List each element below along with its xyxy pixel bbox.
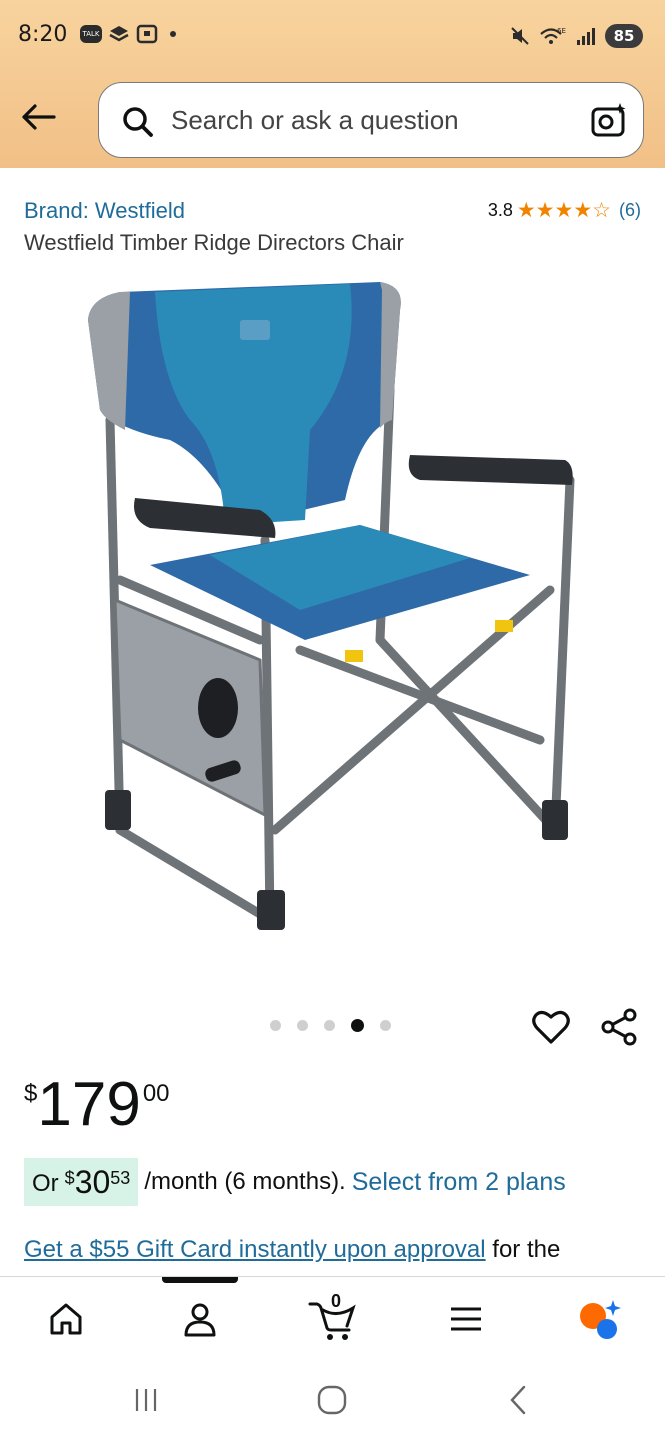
carousel-dot[interactable]: [297, 1020, 308, 1031]
home-icon: [50, 1303, 82, 1335]
monthly-cents: 53: [110, 1168, 131, 1188]
share-button[interactable]: [598, 1006, 640, 1048]
star-rating-icon: ★★★★☆: [516, 199, 611, 222]
signal-icon: [577, 28, 595, 45]
gift-card-link[interactable]: Get a $55 Gift Card instantly upon appro…: [24, 1236, 486, 1263]
screenshot-icon: [136, 24, 158, 44]
home-circle-icon: [317, 1385, 347, 1415]
chevron-left-icon: [510, 1385, 526, 1415]
battery-indicator: 85: [605, 24, 643, 48]
recent-apps-icon: [135, 1389, 157, 1411]
menu-icon: [451, 1307, 481, 1331]
status-time: 8:20: [18, 22, 68, 47]
wifi-6e-icon: 6E: [540, 27, 566, 44]
home-system-button[interactable]: [312, 1382, 352, 1418]
nav-account[interactable]: [170, 1291, 230, 1347]
rating-value: 3.8: [487, 200, 513, 220]
svg-text:6E: 6E: [557, 27, 566, 35]
search-icon: [123, 107, 153, 137]
select-plans-link[interactable]: Select from 2 plans: [352, 1168, 566, 1197]
recent-apps-button[interactable]: [126, 1382, 166, 1418]
monthly-currency: $: [64, 1168, 75, 1188]
gift-card-offer: Get a $55 Gift Card instantly upon appro…: [24, 1236, 560, 1264]
mute-icon: [511, 27, 529, 45]
active-tab-indicator: [162, 1277, 238, 1283]
search-input[interactable]: Search or ask a question: [171, 105, 459, 136]
gift-card-text: for the: [485, 1236, 561, 1263]
rufus-icon: [580, 1300, 621, 1339]
share-icon: [601, 1008, 637, 1046]
carousel-dot[interactable]: [324, 1020, 335, 1031]
carousel-dot[interactable]: [270, 1020, 281, 1031]
monthly-price-chip: Or $ 30 53: [24, 1158, 139, 1206]
system-navigation: [0, 1360, 665, 1440]
back-system-button[interactable]: [498, 1382, 538, 1418]
status-bar: 8:20 TALK 6E 85: [0, 0, 665, 75]
price-dollars: 179: [37, 1070, 141, 1139]
layers-icon: [109, 26, 129, 42]
nav-cart[interactable]: 0: [302, 1291, 362, 1347]
back-button[interactable]: [18, 97, 58, 137]
add-to-list-button[interactable]: [530, 1006, 572, 1048]
nav-home[interactable]: [36, 1291, 96, 1347]
price-cents: 00: [142, 1080, 170, 1107]
bottom-navigation: 0: [0, 1276, 665, 1360]
camera-search-icon[interactable]: [589, 101, 629, 141]
monthly-dollars: 30: [74, 1164, 111, 1200]
nav-menu[interactable]: [436, 1291, 496, 1347]
brand-link[interactable]: Brand: Westfield: [24, 198, 185, 224]
heart-icon: [532, 1010, 570, 1044]
arrow-left-icon: [22, 104, 56, 130]
monthly-terms: /month (6 months).: [144, 1168, 346, 1195]
notification-icons: TALK: [80, 24, 176, 44]
notification-dot: [170, 31, 176, 37]
monthly-payment: Or $ 30 53 /month (6 months). Select fro…: [24, 1158, 566, 1206]
chair-image: [88, 282, 575, 930]
nav-rufus[interactable]: [568, 1291, 628, 1347]
carousel-dots[interactable]: [270, 1019, 391, 1032]
talk-icon: TALK: [80, 25, 102, 43]
monthly-or: Or: [32, 1170, 59, 1197]
system-status-icons: 6E 85: [509, 24, 643, 48]
account-icon: [184, 1303, 216, 1337]
top-header: 8:20 TALK 6E 85 Search or ask a question: [0, 0, 665, 168]
rating-count[interactable]: (6): [619, 200, 641, 221]
product-title: Westfield Timber Ridge Directors Chair: [24, 230, 404, 255]
search-bar[interactable]: Search or ask a question: [98, 82, 644, 158]
price-currency: $: [24, 1080, 38, 1107]
carousel-dot[interactable]: [380, 1020, 391, 1031]
carousel-dot-active[interactable]: [351, 1019, 364, 1032]
cart-count: 0: [330, 1291, 341, 1311]
product-price: $ 179 00: [24, 1072, 170, 1138]
rating-summary[interactable]: 3.8 ★★★★☆ (6): [488, 198, 641, 223]
product-image[interactable]: [60, 270, 620, 970]
